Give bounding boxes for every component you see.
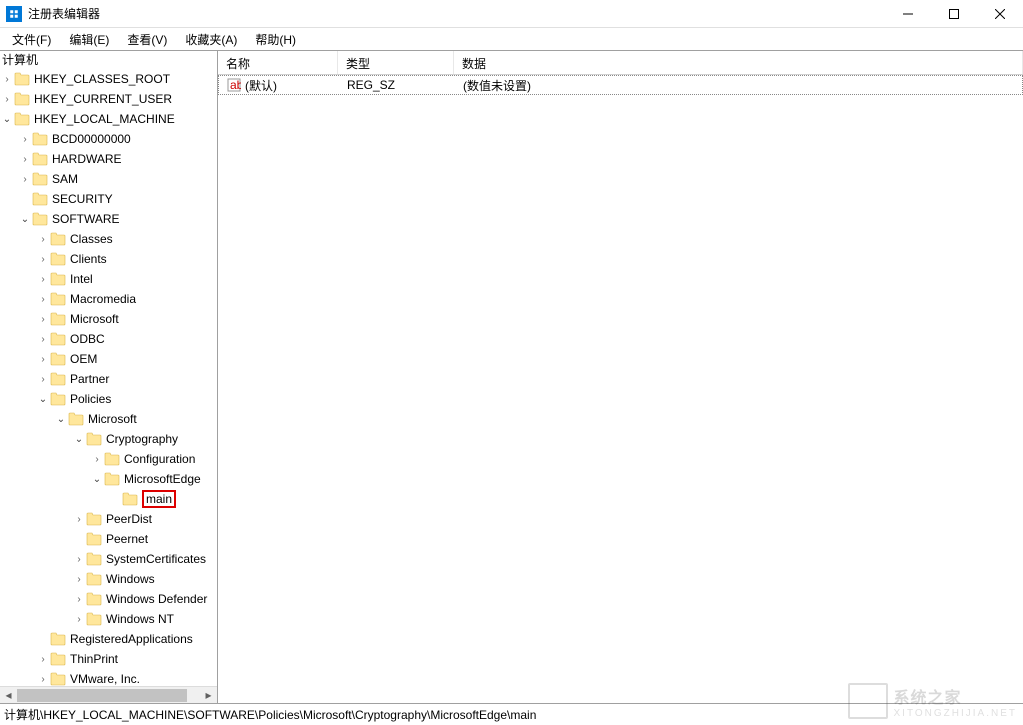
tree-item-windows-nt[interactable]: ›Windows NT xyxy=(72,609,217,629)
tree-item-software[interactable]: ⌄SOFTWARE xyxy=(18,209,217,229)
column-header-type[interactable]: 类型 xyxy=(338,51,454,74)
folder-icon xyxy=(86,552,102,566)
window-controls xyxy=(885,0,1023,28)
tree-scroll[interactable]: ›HKEY_CLASSES_ROOT ›HKEY_CURRENT_USER ⌄H… xyxy=(0,69,217,686)
tree-item-security[interactable]: SECURITY xyxy=(18,189,217,209)
folder-icon xyxy=(14,72,30,86)
folder-icon xyxy=(50,272,66,286)
folder-icon xyxy=(50,312,66,326)
folder-icon xyxy=(50,352,66,366)
column-header-name[interactable]: 名称 xyxy=(218,51,338,74)
folder-icon xyxy=(122,492,138,506)
folder-icon xyxy=(14,92,30,106)
folder-icon xyxy=(86,432,102,446)
folder-icon xyxy=(32,192,48,206)
highlighted-key: main xyxy=(142,490,176,508)
tree-item-thinprint[interactable]: ›ThinPrint xyxy=(36,649,217,669)
maximize-button[interactable] xyxy=(931,0,977,28)
tree-item-macromedia[interactable]: ›Macromedia xyxy=(36,289,217,309)
tree-panel: 计算机 ›HKEY_CLASSES_ROOT ›HKEY_CURRENT_USE… xyxy=(0,51,218,703)
folder-icon xyxy=(104,452,120,466)
statusbar: 计算机\HKEY_LOCAL_MACHINE\SOFTWARE\Policies… xyxy=(0,703,1023,725)
tree-root-label[interactable]: 计算机 xyxy=(0,51,217,69)
list-header: 名称 类型 数据 xyxy=(218,51,1023,75)
folder-icon xyxy=(50,252,66,266)
list-panel: 名称 类型 数据 ab (默认) REG_SZ (数值未设置) xyxy=(218,51,1023,703)
menu-view[interactable]: 查看(V) xyxy=(119,29,175,50)
app-icon xyxy=(6,6,22,22)
tree-item-cryptography[interactable]: ⌄Cryptography xyxy=(72,429,217,449)
tree-h-scrollbar[interactable]: ◂ ▸ xyxy=(0,686,217,703)
menu-edit[interactable]: 编辑(E) xyxy=(61,29,117,50)
folder-icon xyxy=(86,512,102,526)
scroll-left-icon[interactable]: ◂ xyxy=(0,687,17,704)
tree-item-windows[interactable]: ›Windows xyxy=(72,569,217,589)
value-name: (默认) xyxy=(245,77,277,94)
tree-item-hardware[interactable]: ›HARDWARE xyxy=(18,149,217,169)
folder-icon xyxy=(86,612,102,626)
scroll-right-icon[interactable]: ▸ xyxy=(200,687,217,704)
value-type: REG_SZ xyxy=(347,78,395,92)
tree-item-windows-defender[interactable]: ›Windows Defender xyxy=(72,589,217,609)
folder-icon xyxy=(50,392,66,406)
tree-item-hklm[interactable]: ⌄HKEY_LOCAL_MACHINE xyxy=(0,109,217,129)
tree-item-peerdist[interactable]: ›PeerDist xyxy=(72,509,217,529)
tree-item-registeredapplications[interactable]: RegisteredApplications xyxy=(36,629,217,649)
tree-item-hkcr[interactable]: ›HKEY_CLASSES_ROOT xyxy=(0,69,217,89)
string-value-icon: ab xyxy=(227,78,241,92)
tree-item-classes[interactable]: ›Classes xyxy=(36,229,217,249)
value-data: (数值未设置) xyxy=(463,77,531,94)
menubar: 文件(F) 编辑(E) 查看(V) 收藏夹(A) 帮助(H) xyxy=(0,28,1023,50)
folder-icon xyxy=(32,172,48,186)
tree-item-bcd[interactable]: ›BCD00000000 xyxy=(18,129,217,149)
folder-icon xyxy=(50,292,66,306)
folder-icon xyxy=(68,412,84,426)
tree-item-odbc[interactable]: ›ODBC xyxy=(36,329,217,349)
folder-icon xyxy=(50,372,66,386)
tree-item-policies-microsoft[interactable]: ⌄Microsoft xyxy=(54,409,217,429)
folder-icon xyxy=(32,212,48,226)
column-header-data[interactable]: 数据 xyxy=(454,51,1023,74)
tree-item-configuration[interactable]: ›Configuration xyxy=(90,449,217,469)
tree-item-partner[interactable]: ›Partner xyxy=(36,369,217,389)
tree-item-microsoftedge[interactable]: ⌄MicrosoftEdge xyxy=(90,469,217,489)
tree-item-peernet[interactable]: Peernet xyxy=(72,529,217,549)
menu-help[interactable]: 帮助(H) xyxy=(247,29,304,50)
tree-item-microsoft[interactable]: ›Microsoft xyxy=(36,309,217,329)
folder-icon xyxy=(32,152,48,166)
list-body[interactable]: ab (默认) REG_SZ (数值未设置) xyxy=(218,75,1023,703)
folder-icon xyxy=(32,132,48,146)
tree-item-vmware[interactable]: ›VMware, Inc. xyxy=(36,669,217,686)
folder-icon xyxy=(86,572,102,586)
folder-icon xyxy=(50,632,66,646)
tree-item-sam[interactable]: ›SAM xyxy=(18,169,217,189)
tree-item-oem[interactable]: ›OEM xyxy=(36,349,217,369)
tree-item-hkcu[interactable]: ›HKEY_CURRENT_USER xyxy=(0,89,217,109)
tree-item-intel[interactable]: ›Intel xyxy=(36,269,217,289)
list-row[interactable]: ab (默认) REG_SZ (数值未设置) xyxy=(218,75,1023,95)
tree-item-policies[interactable]: ⌄Policies xyxy=(36,389,217,409)
folder-icon xyxy=(86,592,102,606)
tree-item-clients[interactable]: ›Clients xyxy=(36,249,217,269)
minimize-button[interactable] xyxy=(885,0,931,28)
folder-icon xyxy=(50,232,66,246)
tree-item-main[interactable]: main xyxy=(108,489,217,509)
folder-icon xyxy=(14,112,30,126)
close-button[interactable] xyxy=(977,0,1023,28)
folder-icon xyxy=(50,672,66,686)
menu-favorites[interactable]: 收藏夹(A) xyxy=(177,29,245,50)
tree-item-systemcertificates[interactable]: ›SystemCertificates xyxy=(72,549,217,569)
folder-icon xyxy=(50,652,66,666)
folder-icon xyxy=(50,332,66,346)
window-title: 注册表编辑器 xyxy=(28,5,100,22)
titlebar: 注册表编辑器 xyxy=(0,0,1023,28)
folder-icon xyxy=(86,532,102,546)
svg-text:ab: ab xyxy=(230,78,241,92)
menu-file[interactable]: 文件(F) xyxy=(4,29,59,50)
folder-icon xyxy=(104,472,120,486)
statusbar-path: 计算机\HKEY_LOCAL_MACHINE\SOFTWARE\Policies… xyxy=(4,706,536,723)
scroll-thumb[interactable] xyxy=(17,689,187,702)
